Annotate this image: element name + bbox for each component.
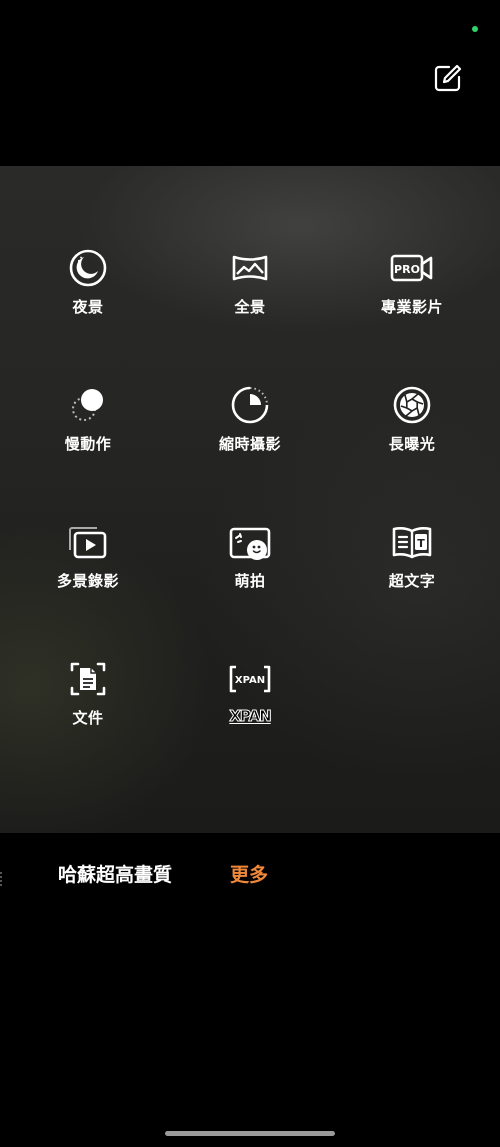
mode-super-text[interactable]: T 超文字 — [342, 520, 482, 620]
mode-label: XPAN — [229, 707, 272, 726]
status-indicator-dot — [472, 26, 478, 32]
mode-slow-motion[interactable]: 慢動作 — [18, 383, 158, 483]
mode-time-lapse[interactable]: 縮時攝影 — [180, 383, 320, 483]
mode-label: 全景 — [234, 298, 266, 316]
mode-xpan[interactable]: XPAN XPAN — [180, 657, 320, 757]
tab-more[interactable]: 更多 — [230, 860, 268, 887]
edit-pencil-icon — [434, 64, 462, 92]
cute-photo-icon — [228, 520, 272, 564]
document-scan-icon — [66, 657, 110, 701]
xpan-frame-icon: XPAN — [228, 657, 272, 701]
panorama-icon — [228, 246, 272, 290]
t-text: T — [417, 537, 425, 550]
mode-night[interactable]: 夜景 — [18, 246, 158, 346]
mode-panorama[interactable]: 全景 — [180, 246, 320, 346]
multi-scene-video-icon — [66, 520, 110, 564]
camera-mode-tabs: 哈蘇超高畫質 更多 — [0, 860, 500, 894]
mode-multi-scene-video[interactable]: 多景錄影 — [18, 520, 158, 620]
xpan-icon-text: XPAN — [235, 675, 265, 686]
pro-text: PRO — [394, 263, 420, 276]
mode-document[interactable]: 文件 — [18, 657, 158, 757]
edit-button[interactable] — [430, 60, 466, 96]
mode-label: 夜景 — [72, 298, 104, 316]
mode-label: 超文字 — [388, 572, 436, 590]
mode-label: 文件 — [72, 709, 104, 727]
long-exposure-aperture-icon — [390, 383, 434, 427]
home-indicator[interactable] — [165, 1131, 335, 1136]
mode-label: 專業影片 — [380, 298, 443, 316]
more-modes-panel: 夜景 全景 PRO 專業影片 慢動作 縮時攝影 長曝光 多景錄影 萌拍 T 超文… — [0, 166, 500, 833]
mode-label: 長曝光 — [388, 435, 436, 453]
slow-motion-icon — [66, 383, 110, 427]
mode-pro-video[interactable]: PRO 專業影片 — [342, 246, 482, 346]
mode-label: 慢動作 — [64, 435, 112, 453]
super-text-icon: T — [390, 520, 434, 564]
mode-cute-photo[interactable]: 萌拍 — [180, 520, 320, 620]
time-lapse-icon — [228, 383, 272, 427]
mode-label: 多景錄影 — [56, 572, 119, 590]
mode-label: 縮時攝影 — [218, 435, 281, 453]
mode-long-exposure[interactable]: 長曝光 — [342, 383, 482, 483]
pro-video-icon: PRO — [390, 246, 434, 290]
mode-label: 萌拍 — [234, 572, 266, 590]
tab-hasselblad-high-res[interactable]: 哈蘇超高畫質 — [58, 860, 172, 887]
night-moon-icon — [66, 246, 110, 290]
